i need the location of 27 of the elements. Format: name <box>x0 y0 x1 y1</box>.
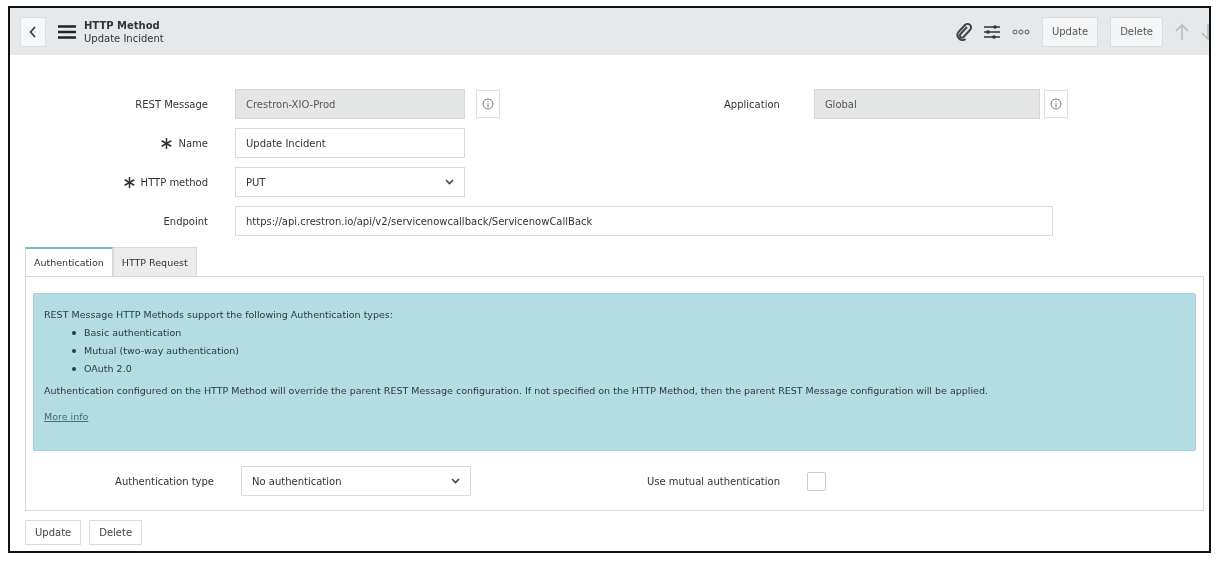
input-field[interactable]: Update Incident <box>235 128 465 158</box>
auth-type-select[interactable]: No authentication <box>241 466 471 496</box>
field-label: Name <box>178 137 208 149</box>
field-label: HTTP method <box>140 176 208 188</box>
more-info-link[interactable]: More info <box>44 408 89 426</box>
record-subtitle: Update Incident <box>84 31 164 45</box>
footer-button[interactable]: Delete <box>89 520 143 545</box>
field-label: Endpoint <box>163 215 208 227</box>
info-text: REST Message HTTP Methods support the following Authentication types: <box>44 308 394 322</box>
field-label: Use mutual authentication <box>647 475 780 487</box>
info-text: Authentication configured on the HTTP Method will override the parent REST Message configuration. If not specified on the HTTP Method, then the parent REST Message configuration will be applied. <box>44 384 989 398</box>
list-item: OAuth 2.0 <box>84 362 132 376</box>
footer-button[interactable]: Update <box>25 520 82 545</box>
method-select[interactable]: PUT <box>235 167 465 197</box>
header-button[interactable]: Delete <box>1110 16 1163 47</box>
input-field[interactable]: Global <box>813 89 1040 119</box>
tab[interactable]: Authentication <box>25 247 113 276</box>
input-field[interactable]: https://api.crestron.io/api/v2/servicenowcallback/ServicenowCallBack <box>235 206 1053 236</box>
field-label: Authentication type <box>114 475 214 487</box>
tab[interactable]: HTTP Request <box>112 247 197 276</box>
page-title: HTTP Method <box>84 18 161 32</box>
field-label: REST Message <box>135 98 208 110</box>
list-item: Basic authentication <box>84 326 182 340</box>
list-item: Mutual (two-way authentication) <box>84 344 240 358</box>
field-label: Application <box>724 98 780 110</box>
input-field[interactable]: Crestron-XIO-Prod <box>235 89 465 119</box>
header-button[interactable]: Update <box>1041 16 1099 47</box>
